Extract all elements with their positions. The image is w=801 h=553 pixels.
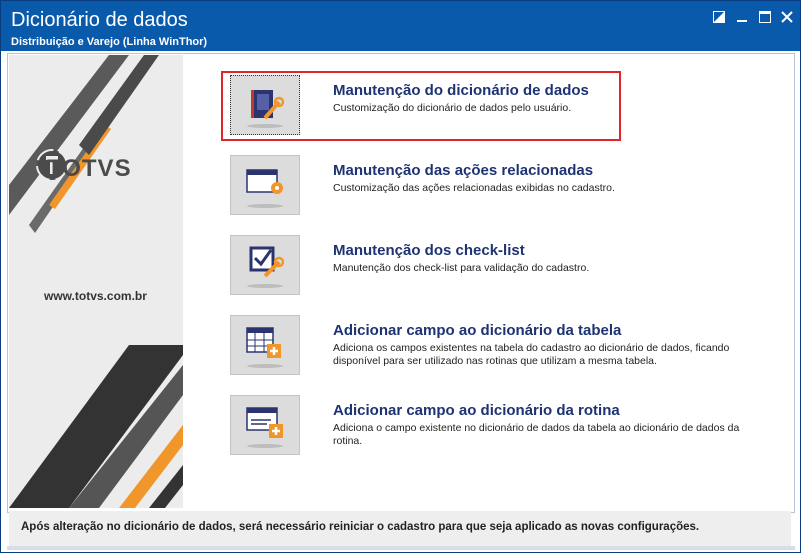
maintain-actions-button[interactable]	[230, 155, 300, 215]
item-title[interactable]: Manutenção dos check-list	[333, 242, 525, 259]
maintain-checklist-button[interactable]	[230, 235, 300, 295]
footer-note: Após alteração no dicionário de dados, s…	[9, 511, 791, 547]
option-add-field-table-dictionary[interactable]: Adicionar campo ao dicionário da tabela …	[230, 315, 750, 379]
item-title[interactable]: Adicionar campo ao dicionário da rotina	[333, 402, 620, 419]
title-bar[interactable]: Dicionário de dados Distribuição e Varej…	[1, 1, 800, 51]
option-maintain-related-actions[interactable]: Manutenção das ações relacionadas Custom…	[230, 155, 750, 219]
item-title[interactable]: Manutenção das ações relacionadas	[333, 162, 593, 179]
footer-text: Após alteração no dicionário de dados, s…	[21, 521, 700, 533]
selection-highlight-box	[221, 71, 621, 141]
main-window: Dicionário de dados Distribuição e Varej…	[0, 0, 801, 553]
item-description: Adiciona os campos existentes na tabela …	[333, 342, 730, 367]
decorative-stripes	[9, 55, 183, 508]
item-description: Customização das ações relacionadas exib…	[333, 182, 615, 194]
minimize-button[interactable]	[734, 11, 750, 25]
sidebar-banner	[9, 55, 183, 508]
window-add-icon	[246, 407, 283, 448]
item-title[interactable]: Adicionar campo ao dicionário da tabela	[333, 322, 621, 339]
checkbox-wrench-icon	[247, 246, 285, 288]
add-field-table-button[interactable]	[230, 315, 300, 375]
restore-icon[interactable]	[711, 11, 727, 25]
status-bar	[7, 546, 795, 550]
window-title: Dicionário de dados	[11, 9, 188, 31]
window-gear-icon	[246, 169, 283, 208]
item-description: Manutenção dos check-list para validação…	[333, 262, 590, 274]
option-maintain-checklist[interactable]: Manutenção dos check-list Manutenção dos…	[230, 235, 750, 299]
close-button[interactable]	[779, 11, 795, 25]
maximize-button[interactable]	[757, 11, 773, 25]
item-description: Adiciona o campo existente no dicionário…	[333, 422, 740, 447]
totvs-logo-text: TOTVS	[47, 155, 132, 182]
option-add-field-routine-dictionary[interactable]: Adicionar campo ao dicionário da rotina …	[230, 395, 750, 459]
table-add-icon	[246, 327, 283, 368]
website-url: www.totvs.com.br	[44, 289, 147, 303]
add-field-routine-button[interactable]	[230, 395, 300, 455]
window-subtitle: Distribuição e Varejo (Linha WinThor)	[11, 36, 208, 48]
